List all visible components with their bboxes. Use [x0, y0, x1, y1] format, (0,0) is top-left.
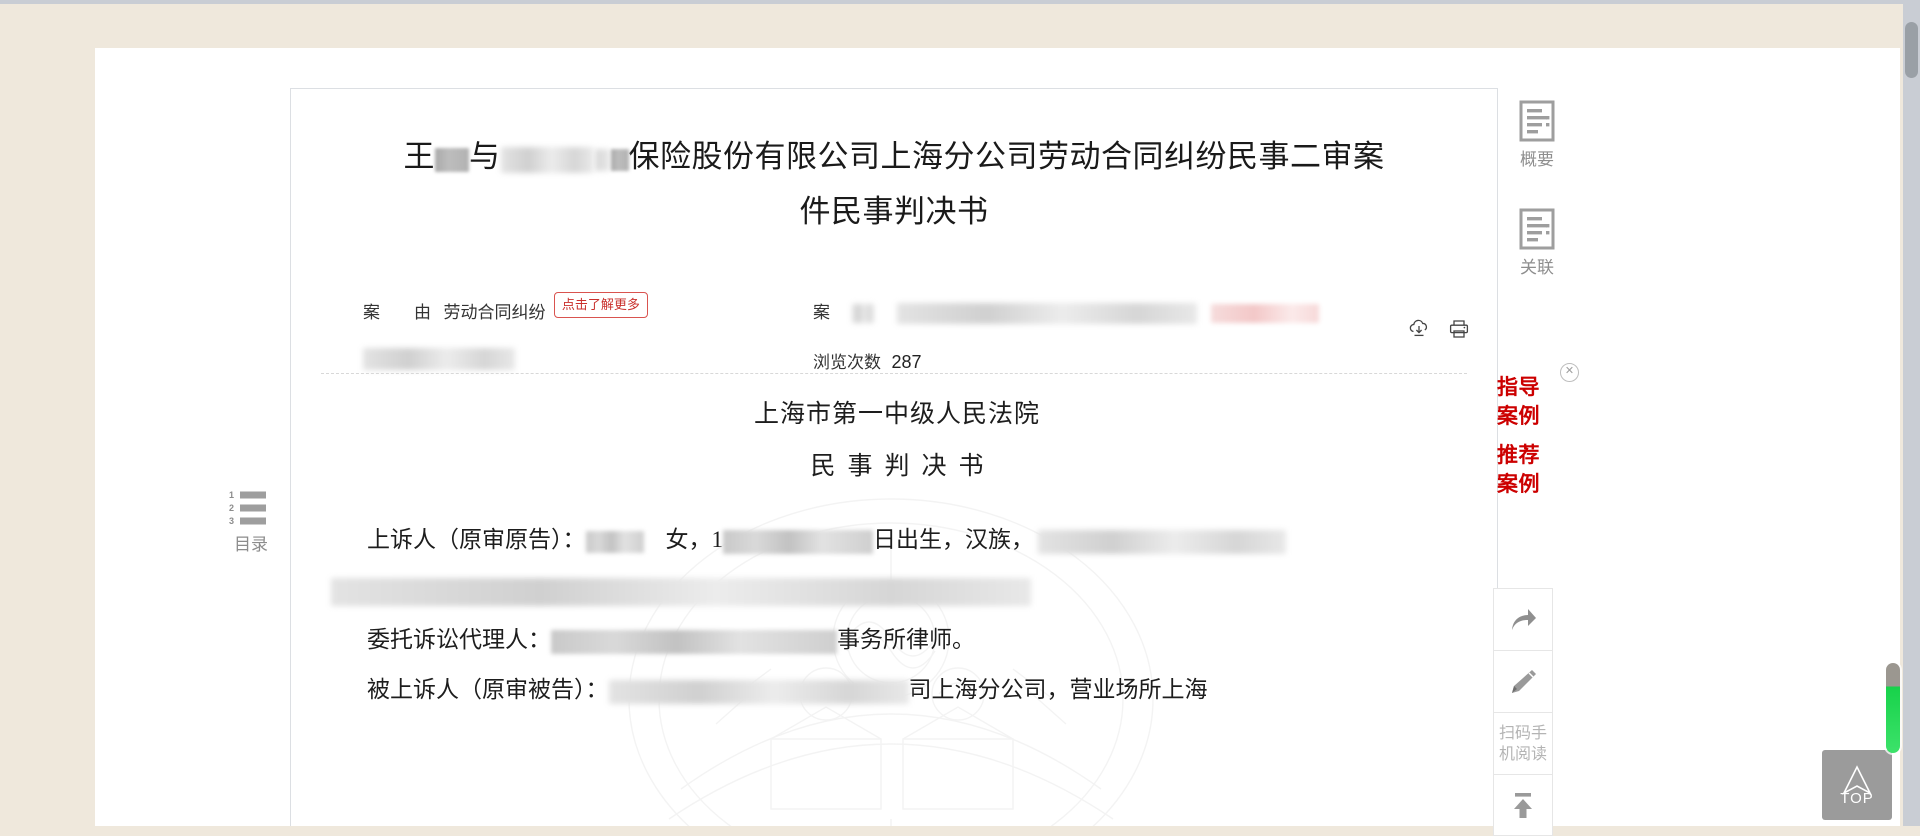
- paragraph-appellant-cont: [321, 565, 1473, 615]
- browser-top-edge: [0, 0, 1920, 4]
- views-label: 浏览次数: [813, 353, 881, 372]
- promo-recommended-case[interactable]: 推荐 案例: [1497, 441, 1575, 499]
- redaction-block: [585, 530, 644, 553]
- promo-guiding-case[interactable]: 指导 案例: [1497, 373, 1575, 431]
- rail-label-related: 关联: [1520, 258, 1554, 277]
- redaction-block: [852, 304, 875, 324]
- redaction-block: [594, 148, 609, 171]
- redaction-block: [1038, 529, 1286, 554]
- appellant-mid2: 日出生，汉族，: [873, 527, 1034, 552]
- svg-text:3: 3: [229, 516, 234, 526]
- qr-label-line2: 机阅读: [1498, 745, 1547, 763]
- redaction-block: [500, 146, 593, 173]
- paragraph-appellant: 上诉人（原审原告）： 女，1 日出生，汉族，: [321, 515, 1473, 565]
- document-kind: 民事判决书: [810, 453, 996, 480]
- promo-line2: 案例: [1497, 404, 1540, 428]
- appellee-label: 被上诉人（原审被告）：: [367, 677, 609, 702]
- meta-divider: [321, 373, 1467, 374]
- agent-label: 委托诉讼代理人：: [367, 627, 551, 652]
- cause-value: 劳动合同纠纷: [443, 303, 546, 322]
- promo-line3: 推荐: [1497, 443, 1540, 467]
- document-meta: 案 由 劳动合同纠纷 点击了解更多 案 浏览次数 287: [291, 291, 1497, 381]
- appellant-mid: 女，1: [665, 527, 724, 552]
- toc-rail[interactable]: 1 2 3 目录: [217, 488, 285, 555]
- qr-label-line1: 扫码手: [1498, 724, 1547, 742]
- share-button[interactable]: [1493, 588, 1553, 650]
- rail-item-summary[interactable]: 概要: [1508, 100, 1566, 170]
- page-scrollbar[interactable]: [1903, 4, 1920, 826]
- views-count: 287: [891, 352, 922, 372]
- title-mid: 与: [469, 139, 501, 174]
- paragraph-agent: 委托诉讼代理人： 事务所律师。: [321, 615, 1473, 665]
- rail-item-related[interactable]: 关联: [1508, 208, 1566, 278]
- redaction-block: [363, 348, 515, 370]
- title-suffix: 保险股份有限公司上海分公司劳动合同纠纷民事二审案: [628, 139, 1385, 174]
- scroll-to-top-button[interactable]: TOP: [1822, 750, 1892, 820]
- document-action-icons: [1407, 317, 1471, 341]
- redaction-block: [723, 529, 873, 554]
- meta-row-cause: 案 由 劳动合同纠纷 点击了解更多 案: [321, 291, 1467, 331]
- redaction-block: [610, 148, 629, 171]
- document-body: 上海市第一中级人民法院 民事判决书 上诉人（原审原告）： 女，1 日出生，汉族， 委…: [321, 389, 1473, 715]
- redaction-block: [896, 303, 1197, 325]
- back-to-top-icon: [1508, 790, 1538, 820]
- qr-mobile-read-button[interactable]: 扫码手 机阅读: [1493, 712, 1553, 774]
- edit-button[interactable]: [1493, 650, 1553, 712]
- rail-label-summary: 概要: [1520, 150, 1554, 169]
- court-name: 上海市第一中级人民法院: [753, 401, 1040, 428]
- qr-scan-icon: 扫码手 机阅读: [1499, 723, 1547, 765]
- title-line2: 件民事判决书: [799, 194, 989, 229]
- know-more-badge[interactable]: 点击了解更多: [553, 291, 648, 318]
- related-document-icon: [1518, 208, 1556, 250]
- redaction-block: [551, 629, 837, 654]
- svg-text:2: 2: [229, 503, 234, 513]
- share-arrow-icon: [1508, 605, 1538, 635]
- redaction-block: [608, 679, 909, 704]
- extra-redacted-field: [363, 348, 515, 370]
- top-button-label: TOP: [1840, 790, 1874, 807]
- promo-gap: [1497, 431, 1575, 441]
- right-tool-rail: 概要 关联: [1502, 100, 1572, 316]
- case-number-field: 案: [813, 298, 1320, 325]
- svg-text:1: 1: [229, 490, 234, 500]
- scrollbar-thumb[interactable]: [1905, 22, 1918, 78]
- appellant-label: 上诉人（原审原告）：: [367, 527, 586, 552]
- page-content-area: 1 2 3 目录 王 与 保险股份有限公司上海分公司劳动合同纠纷民事二审案 件民…: [95, 48, 1900, 836]
- views-field: 浏览次数 287: [813, 348, 922, 373]
- numbered-list-icon: 1 2 3: [229, 488, 273, 528]
- document-title: 王与 保险股份有限公司上海分公司劳动合同纠纷民事二审案 件民事判决书: [291, 129, 1497, 239]
- summary-document-icon: [1518, 100, 1556, 142]
- appellee-tail: 司上海分公司，营业场所上海: [908, 677, 1208, 702]
- promo-line4: 案例: [1497, 472, 1540, 496]
- print-icon[interactable]: [1447, 317, 1471, 341]
- cause-label: 案 由: [363, 303, 431, 322]
- toc-label: 目录: [234, 535, 268, 554]
- paragraph-appellee: 被上诉人（原审被告）： 司上海分公司，营业场所上海: [321, 665, 1473, 715]
- redaction-block: [1211, 304, 1320, 324]
- back-to-top-button[interactable]: [1493, 774, 1553, 836]
- cloud-download-icon[interactable]: [1407, 317, 1431, 341]
- meta-row-views: 浏览次数 287: [321, 345, 1467, 381]
- cause-field: 案 由 劳动合同纠纷 点击了解更多: [363, 291, 648, 327]
- agent-tail: 事务所律师。: [837, 627, 975, 652]
- title-prefix: 王: [403, 139, 435, 174]
- pencil-edit-icon: [1508, 667, 1538, 697]
- scroll-position-marker[interactable]: [1886, 663, 1900, 753]
- redaction-block: [435, 147, 469, 172]
- document-panel: 王与 保险股份有限公司上海分公司劳动合同纠纷民事二审案 件民事判决书 案 由 劳动…: [290, 88, 1498, 826]
- case-number-label: 案: [813, 303, 830, 322]
- close-circle-icon[interactable]: ✕: [1560, 363, 1579, 382]
- redaction-block: [331, 577, 1031, 606]
- side-button-stack: 扫码手 机阅读: [1493, 588, 1555, 836]
- promo-block: ✕ 指导 案例 推荐 案例: [1497, 363, 1579, 499]
